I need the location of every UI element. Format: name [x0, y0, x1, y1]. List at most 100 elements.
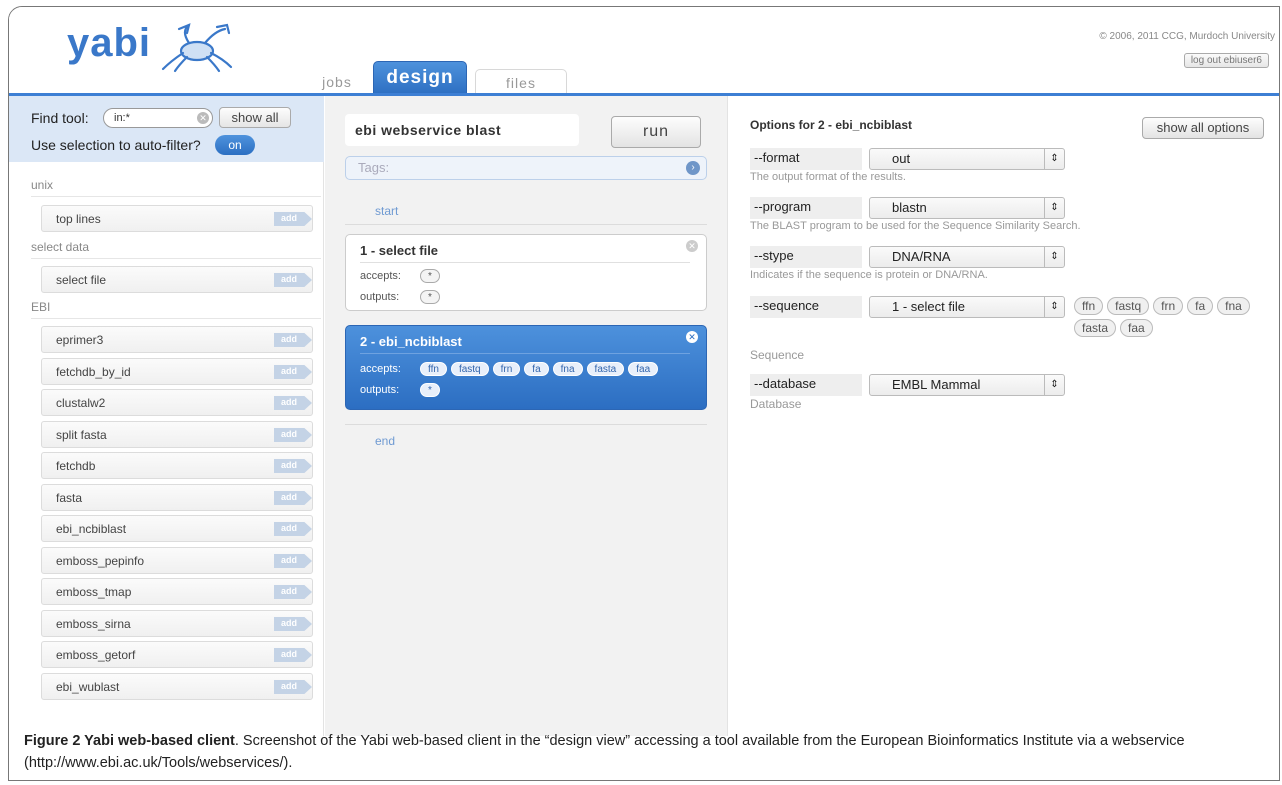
tool-panel: Find tool: in:* ✕ show all Use selection… — [9, 96, 324, 736]
tool-item[interactable]: fasta add — [41, 484, 313, 511]
group-label-ebi: EBI — [31, 300, 51, 314]
tool-name: emboss_pepinfo — [56, 554, 145, 568]
outputs-chips: * — [420, 383, 440, 397]
option-select[interactable]: blastn ⇕ — [869, 197, 1065, 219]
tool-name: emboss_sirna — [56, 617, 131, 631]
autofilter-toggle[interactable]: on — [215, 135, 255, 155]
tool-item[interactable]: fetchdb add — [41, 452, 313, 479]
group-label-select-data: select data — [31, 240, 90, 254]
tool-item[interactable]: split fasta add — [41, 421, 313, 448]
add-button[interactable]: add — [274, 522, 312, 536]
tab-files[interactable]: files — [475, 69, 567, 95]
tags-input[interactable]: Tags: › — [345, 156, 707, 180]
add-button[interactable]: add — [274, 680, 312, 694]
filetype-chip: fasta — [1074, 319, 1117, 337]
option-select[interactable]: EMBL Mammal ⇕ — [869, 374, 1065, 396]
app-frame: yabi jobs design files © 2006, 2011 CCG,… — [8, 6, 1280, 781]
options-panel: Options for 2 - ebi_ncbiblast show all o… — [727, 96, 1279, 736]
filetype-chip: frn — [1153, 297, 1184, 315]
tags-placeholder: Tags: — [358, 160, 390, 175]
option-select[interactable]: DNA/RNA ⇕ — [869, 246, 1065, 268]
clear-icon[interactable]: ✕ — [197, 112, 209, 124]
close-icon[interactable]: ✕ — [686, 240, 698, 252]
logout-button[interactable]: log out ebiuser6 — [1183, 53, 1269, 68]
add-button[interactable]: add — [274, 365, 312, 379]
tool-item[interactable]: eprimer3 add — [41, 326, 313, 353]
outputs-label: outputs: — [360, 384, 400, 396]
filetype-chip: fastq — [450, 362, 489, 376]
job-box[interactable]: 1 - select file ✕ accepts: * outputs: * — [345, 234, 707, 311]
tool-name: emboss_getorf — [56, 648, 136, 662]
add-button[interactable]: add — [274, 648, 312, 662]
tool-item[interactable]: clustalw2 add — [41, 389, 313, 416]
tool-item[interactable]: emboss_tmap add — [41, 578, 313, 605]
show-all-options-button[interactable]: show all options — [1142, 117, 1264, 139]
option-name: --format — [750, 148, 862, 170]
filetype-chip: * — [420, 383, 440, 397]
option-help: The BLAST program to be used for the Seq… — [750, 220, 1081, 232]
workflow-name-field[interactable]: ebi webservice blast — [345, 114, 579, 146]
job-divider — [360, 353, 690, 354]
tool-name: split fasta — [56, 428, 107, 442]
filetype-chip: frn — [492, 362, 521, 376]
logo[interactable]: yabi — [67, 21, 151, 66]
option-select[interactable]: out ⇕ — [869, 148, 1065, 170]
filetype-chip: fa — [524, 362, 549, 376]
option-help: The output format of the results. — [750, 171, 906, 183]
tool-item[interactable]: top lines add — [41, 205, 313, 232]
add-button[interactable]: add — [274, 428, 312, 442]
workflow-end-label: end — [375, 434, 396, 448]
select-arrows-icon: ⇕ — [1044, 198, 1064, 218]
add-button[interactable]: add — [274, 459, 312, 473]
add-button[interactable]: add — [274, 554, 312, 568]
option-name: --stype — [750, 246, 862, 268]
outputs-label: outputs: — [360, 291, 400, 303]
group-divider — [31, 258, 321, 259]
filetype-chip: fastq — [1107, 297, 1150, 315]
add-button[interactable]: add — [274, 333, 312, 347]
tool-name: fasta — [56, 491, 83, 505]
tool-item[interactable]: emboss_pepinfo add — [41, 547, 313, 574]
add-button[interactable]: add — [274, 617, 312, 631]
arrow-right-icon[interactable]: › — [686, 161, 700, 175]
run-button[interactable]: run — [611, 116, 701, 148]
tool-item[interactable]: emboss_getorf add — [41, 641, 313, 668]
option-value: out — [892, 151, 911, 166]
add-button[interactable]: add — [274, 491, 312, 505]
select-arrows-icon: ⇕ — [1044, 375, 1064, 395]
add-button[interactable]: add — [274, 396, 312, 410]
add-button[interactable]: add — [274, 585, 312, 599]
filetype-chip: fasta — [586, 362, 625, 376]
tool-name: ebi_ncbiblast — [56, 522, 127, 536]
tool-item[interactable]: emboss_sirna add — [41, 610, 313, 637]
accepts-label: accepts: — [360, 363, 401, 375]
tool-item[interactable]: ebi_wublast add — [41, 673, 313, 700]
option-name: --database — [750, 374, 862, 396]
group-divider — [31, 318, 321, 319]
show-all-button[interactable]: show all — [219, 107, 291, 128]
option-help: Database — [750, 397, 802, 411]
option-name: --sequence — [750, 296, 862, 318]
close-icon[interactable]: ✕ — [686, 331, 698, 343]
option-help: Sequence — [750, 348, 805, 362]
job-title: 2 - ebi_ncbiblast — [360, 334, 462, 349]
autofilter-label: Use selection to auto-filter? — [31, 137, 201, 153]
job-box-selected[interactable]: 2 - ebi_ncbiblast ✕ accepts: ffn fastq f… — [345, 325, 707, 410]
tab-jobs[interactable]: jobs — [305, 69, 369, 95]
tool-name: emboss_tmap — [56, 585, 132, 599]
filetype-chip: ffn — [420, 362, 447, 376]
tab-design[interactable]: design — [373, 61, 467, 95]
filetype-chip: faa — [1120, 319, 1153, 337]
option-select[interactable]: 1 - select file ⇕ — [869, 296, 1065, 318]
tool-item[interactable]: fetchdb_by_id add — [41, 358, 313, 385]
find-tool-label: Find tool: — [31, 110, 89, 126]
select-arrows-icon: ⇕ — [1044, 247, 1064, 267]
tool-item[interactable]: ebi_ncbiblast add — [41, 515, 313, 542]
filetype-chip: ffn — [1074, 297, 1104, 315]
add-button[interactable]: add — [274, 273, 312, 287]
job-title: 1 - select file — [360, 243, 439, 258]
figure-caption: Figure 2 Yabi web-based client. Screensh… — [24, 730, 1274, 774]
tool-item[interactable]: select file add — [41, 266, 313, 293]
add-button[interactable]: add — [274, 212, 312, 226]
select-arrows-icon: ⇕ — [1044, 149, 1064, 169]
